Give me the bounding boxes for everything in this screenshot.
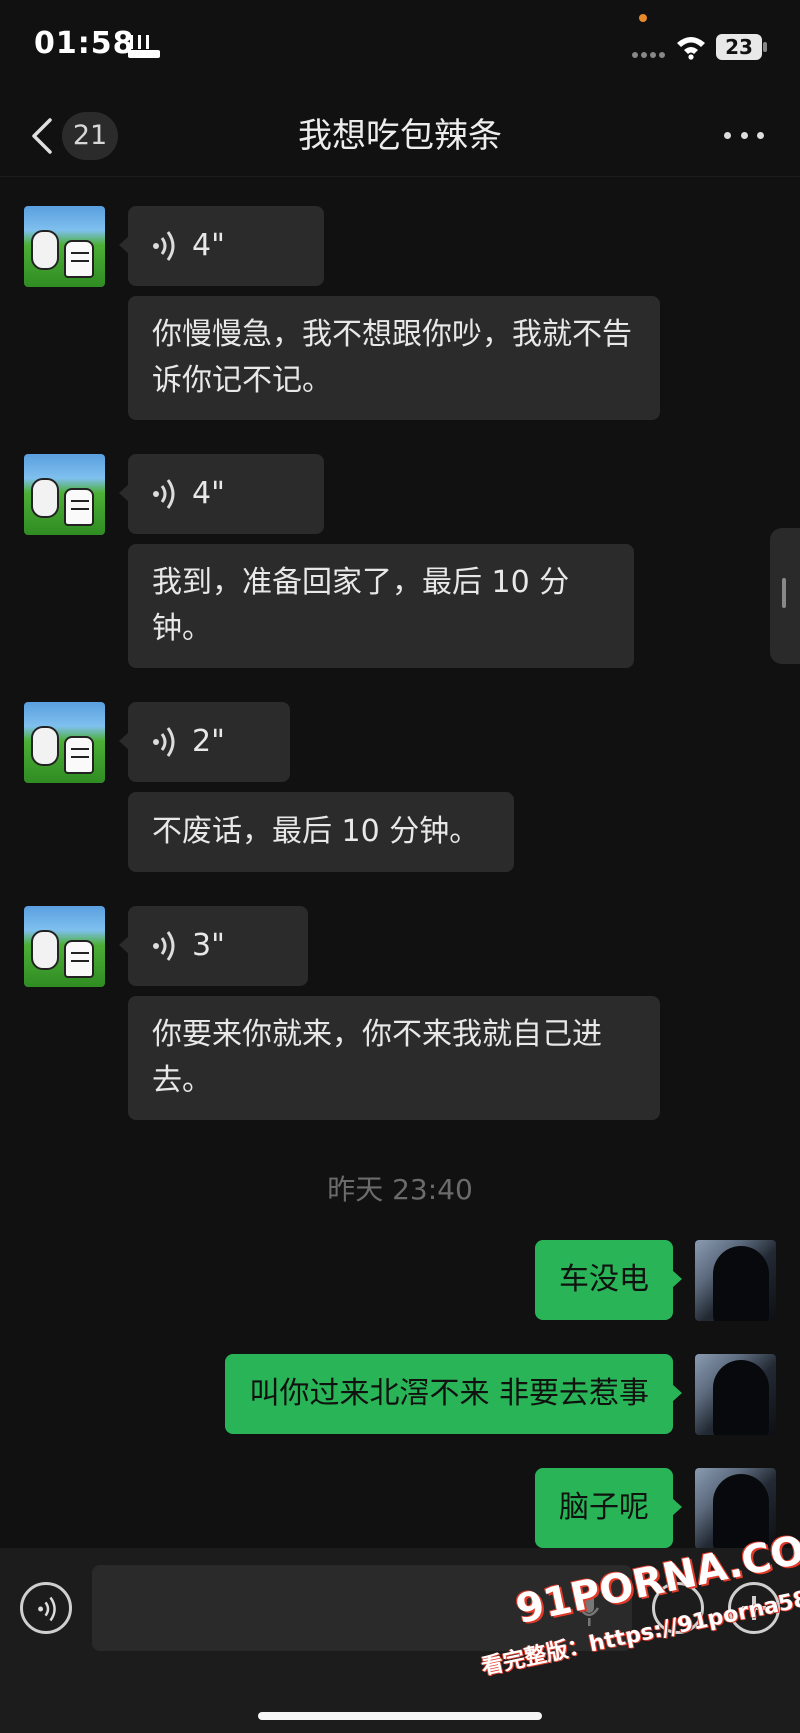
voice-wave-icon: [153, 479, 175, 509]
text-message[interactable]: 你慢慢急，我不想跟你吵，我就不告诉你记不记。: [128, 296, 660, 420]
app-notification-icon: [128, 35, 160, 58]
message-text: 脑子呢: [559, 1490, 649, 1525]
voice-wave-icon: [38, 1596, 56, 1622]
message-text: 叫你过来北滘不来 非要去惹事: [249, 1376, 649, 1411]
message-text: 我到，准备回家了，最后 10 分钟。: [152, 565, 570, 646]
scroll-handle[interactable]: [770, 528, 800, 664]
voice-message[interactable]: 3": [119, 906, 308, 986]
my-avatar[interactable]: [695, 1240, 776, 1321]
sent-message[interactable]: 叫你过来北滘不来 非要去惹事: [225, 1354, 682, 1434]
voice-duration: 3": [192, 928, 225, 963]
message-text: 你要来你就来，你不来我就自己进去。: [152, 1017, 602, 1098]
my-avatar[interactable]: [695, 1354, 776, 1435]
message-text: 车没电: [559, 1262, 649, 1297]
text-message[interactable]: 不废话，最后 10 分钟。: [128, 792, 514, 872]
voice-message[interactable]: 4": [119, 206, 324, 286]
text-message[interactable]: 我到，准备回家了，最后 10 分钟。: [128, 544, 634, 668]
unread-count-badge[interactable]: 21: [62, 112, 118, 160]
header-divider: [0, 176, 800, 177]
message-timestamp: 昨天 23:40: [327, 1173, 473, 1206]
voice-duration: 4": [192, 476, 225, 511]
contact-avatar[interactable]: [24, 454, 105, 535]
privacy-indicator-dot: [639, 14, 647, 22]
sent-message[interactable]: 脑子呢: [535, 1468, 682, 1548]
wifi-icon: [677, 37, 705, 60]
status-time: 01:58: [34, 26, 135, 61]
voice-message[interactable]: 4": [119, 454, 324, 534]
voice-wave-icon: [153, 727, 175, 757]
contact-avatar[interactable]: [24, 906, 105, 987]
contact-avatar[interactable]: [24, 702, 105, 783]
cellular-signal-icon: [632, 50, 668, 60]
voice-duration: 4": [192, 228, 225, 263]
text-message[interactable]: 你要来你就来，你不来我就自己进去。: [128, 996, 660, 1120]
sent-message[interactable]: 车没电: [535, 1240, 682, 1320]
battery-indicator: 23: [716, 34, 762, 60]
home-indicator[interactable]: [258, 1712, 542, 1720]
voice-duration: 2": [192, 724, 225, 759]
voice-wave-icon: [153, 231, 175, 261]
voice-message[interactable]: 2": [119, 702, 290, 782]
voice-input-toggle[interactable]: [20, 1582, 72, 1634]
message-text: 你慢慢急，我不想跟你吵，我就不告诉你记不记。: [152, 317, 632, 398]
battery-tip: [763, 42, 767, 52]
back-chevron-icon[interactable]: [28, 116, 58, 156]
voice-wave-icon: [153, 931, 175, 961]
contact-avatar[interactable]: [24, 206, 105, 287]
more-options-icon[interactable]: [724, 128, 764, 142]
chat-title: 我想吃包辣条: [298, 116, 502, 156]
message-text: 不废话，最后 10 分钟。: [152, 814, 480, 849]
